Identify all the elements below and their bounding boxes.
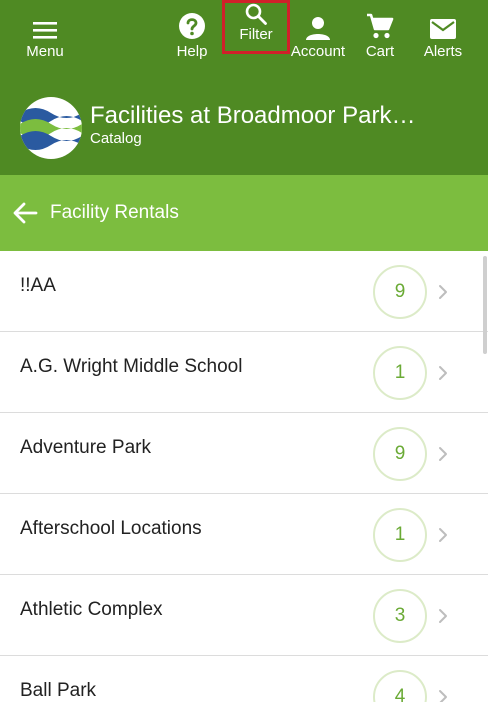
list-item-label: Afterschool Locations [20,518,202,539]
list-item[interactable]: Ball Park 4 [0,656,488,702]
count-badge: 9 [373,265,427,319]
account-label: Account [290,43,346,60]
section-title: Facility Rentals [50,202,179,223]
search-icon [244,0,268,26]
list-item[interactable]: A.G. Wright Middle School 1 [0,332,488,413]
chevron-right-icon [439,528,447,542]
scrollbar[interactable] [483,256,487,354]
cart-label: Cart [365,43,395,60]
alerts-label: Alerts [423,43,463,60]
chevron-right-icon [439,609,447,623]
count-badge: 9 [373,427,427,481]
organization-header: Facilities at Broadmoor Park… Catalog [0,88,488,175]
count-badge: 1 [373,346,427,400]
account-button[interactable]: Account [287,0,349,76]
page-title: Facilities at Broadmoor Park… [90,102,416,129]
chevron-right-icon [439,690,447,702]
mail-icon [429,0,457,40]
menu-button[interactable]: Menu [16,0,74,76]
top-navigation: Menu Help Filter Account Cart Alerts [0,0,488,88]
page-subtitle: Catalog [90,130,142,147]
cart-icon [366,0,394,40]
chevron-right-icon [439,447,447,461]
list-item[interactable]: Afterschool Locations 1 [0,494,488,575]
help-label: Help [176,43,208,60]
menu-label: Menu [26,43,64,60]
list-item-label: A.G. Wright Middle School [20,356,243,377]
list-item-label: !!AA [20,275,56,296]
filter-label: Filter [239,26,273,43]
help-icon [178,0,206,40]
list-item-label: Adventure Park [20,437,151,458]
facility-list: !!AA 9 A.G. Wright Middle School 1 Adven… [0,251,488,702]
organization-logo [20,97,82,159]
count-badge: 3 [373,589,427,643]
list-item[interactable]: Adventure Park 9 [0,413,488,494]
alerts-button[interactable]: Alerts [418,0,468,76]
chevron-right-icon [439,285,447,299]
filter-button[interactable]: Filter [222,0,290,54]
cart-button[interactable]: Cart [356,0,404,76]
list-item-label: Athletic Complex [20,599,163,620]
section-header: Facility Rentals [0,175,488,251]
menu-icon [32,0,58,40]
chevron-right-icon [439,366,447,380]
help-button[interactable]: Help [168,0,216,76]
count-badge: 4 [373,670,427,702]
person-icon [305,0,331,40]
back-arrow-icon[interactable] [12,201,38,225]
list-item[interactable]: Athletic Complex 3 [0,575,488,656]
list-item[interactable]: !!AA 9 [0,251,488,332]
count-badge: 1 [373,508,427,562]
list-item-label: Ball Park [20,680,97,701]
